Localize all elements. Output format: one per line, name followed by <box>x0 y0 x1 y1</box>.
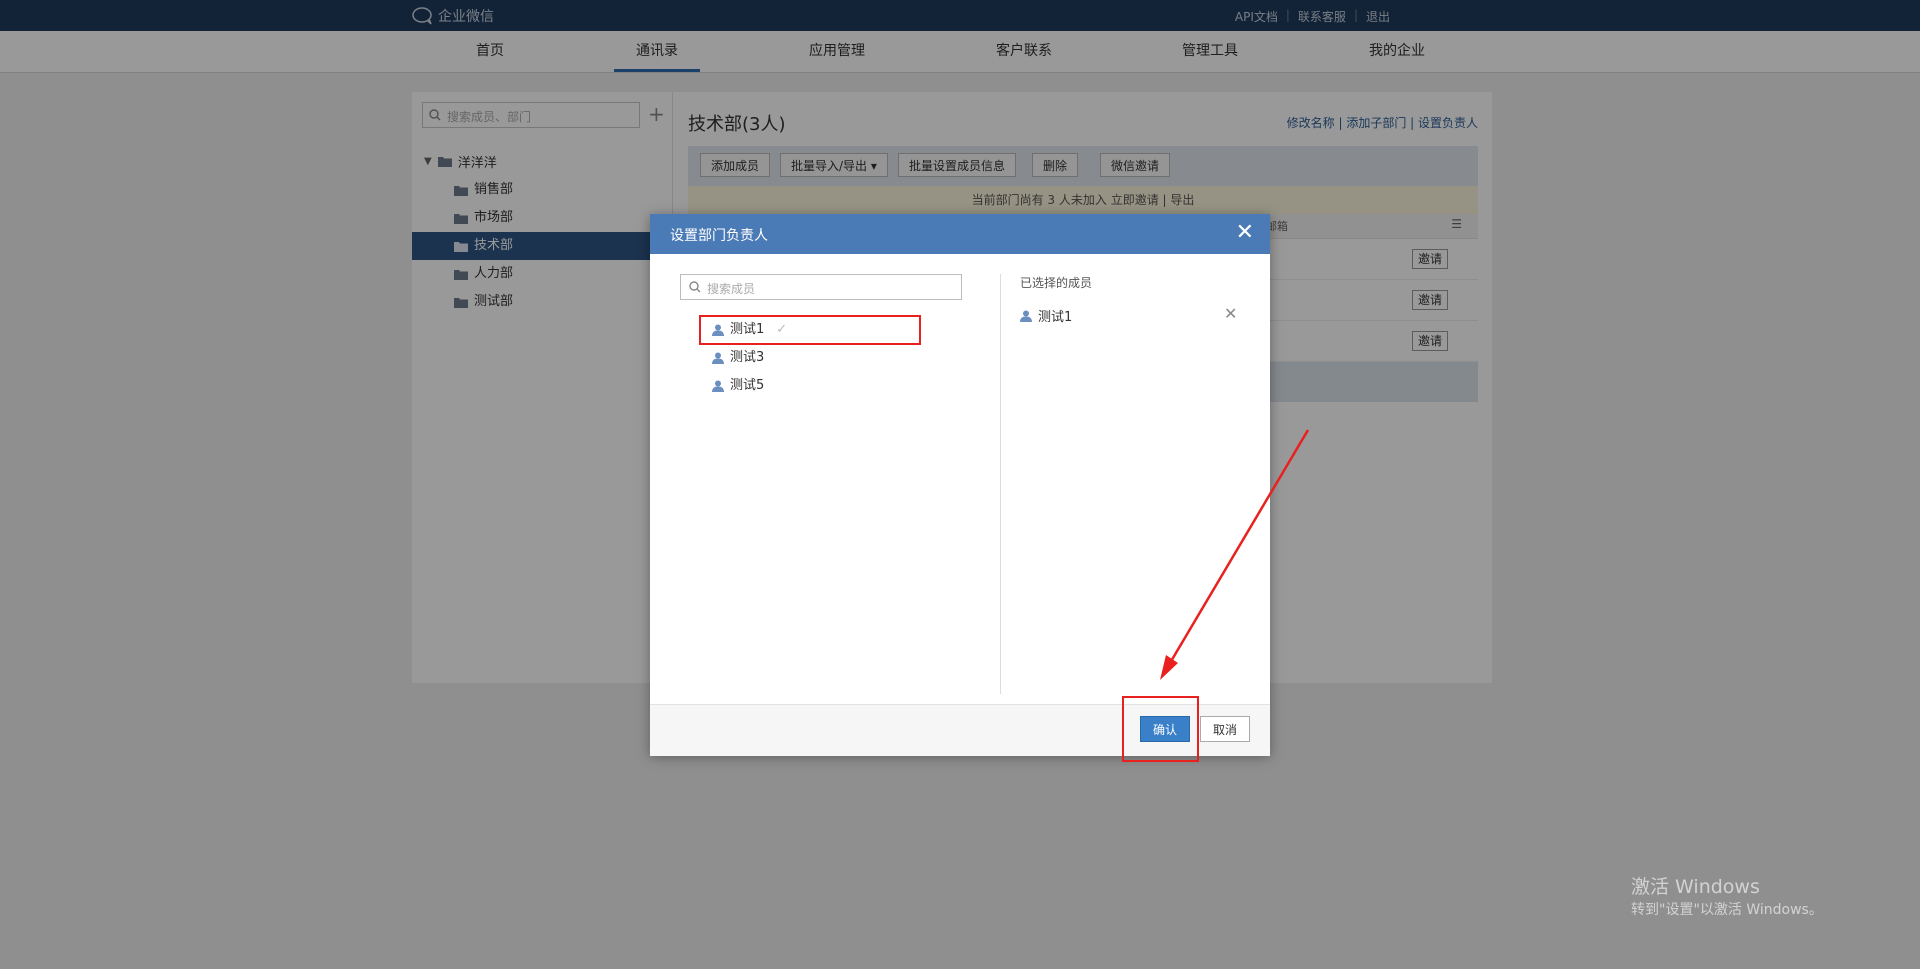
activation-watermark-title: 激活 Windows <box>1631 876 1760 898</box>
activation-watermark-subtitle: 转到"设置"以激活 Windows。 <box>1631 902 1823 918</box>
annotation-arrow-icon <box>1160 429 1310 680</box>
